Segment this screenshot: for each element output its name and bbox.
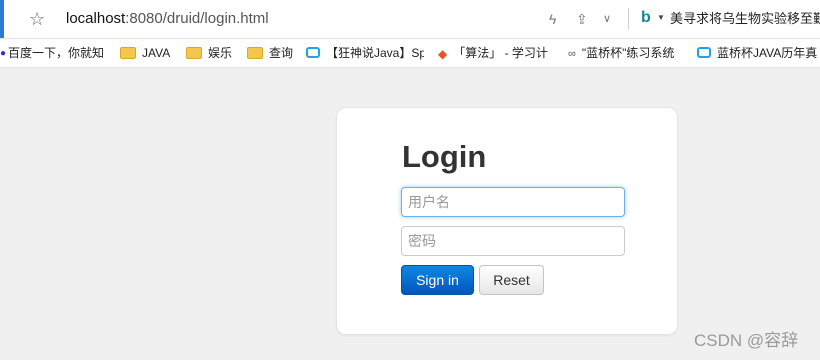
url-field[interactable]: localhost:8080/druid/login.html: [66, 10, 269, 28]
folder-icon: [247, 46, 263, 59]
bing-icon[interactable]: b: [641, 8, 651, 28]
username-input[interactable]: [401, 187, 625, 217]
bilibili-icon: [306, 47, 320, 59]
bookmark-baidu[interactable]: ● 百度一下，你就知: [0, 44, 108, 62]
bookmark-label: 蓝桥杯JAVA历年真: [717, 46, 818, 60]
bookmark-label: 娱乐: [208, 46, 233, 60]
toolbar-separator: [628, 8, 629, 30]
reset-button[interactable]: Reset: [479, 265, 544, 295]
window-edge: [0, 0, 4, 38]
sign-in-button[interactable]: Sign in: [401, 265, 474, 295]
folder-icon: [120, 46, 136, 59]
bookmark-lanqiao-practice[interactable]: ∞ "蓝桥杯"练习系统: [568, 44, 690, 62]
mooc-icon: ∞: [568, 47, 576, 60]
lightning-icon[interactable]: ϟ: [549, 9, 556, 29]
url-path: :8080/druid/login.html: [125, 10, 269, 27]
bookmark-entertainment[interactable]: 娱乐: [186, 44, 242, 62]
bookmark-query[interactable]: 查询: [247, 44, 299, 62]
page-title: Login: [402, 139, 487, 174]
paw-icon: ●: [0, 47, 7, 59]
bookmark-java[interactable]: JAVA: [120, 44, 180, 62]
folder-icon: [186, 46, 202, 59]
bookmark-label: 百度一下，你就知: [8, 46, 105, 60]
news-headline[interactable]: 美寻求将乌生物实验移至觐: [670, 10, 820, 28]
login-card: [336, 107, 678, 335]
bookmark-label: 【狂神说Java】Sp: [326, 46, 424, 60]
bookmark-label: 查询: [269, 46, 294, 60]
bookmark-label: "蓝桥杯"练习系统: [581, 46, 675, 60]
bookmarks-bar: ● 百度一下，你就知 JAVA 娱乐 查询 【狂神说Java】Sp ◆ 「算法」 -…: [0, 39, 820, 68]
bilibili-icon: [697, 47, 711, 59]
bookmark-label: 「算法」 - 学习计: [453, 46, 548, 60]
bookmark-label: JAVA: [142, 46, 171, 60]
password-input[interactable]: [401, 226, 625, 256]
url-host: localhost: [66, 10, 126, 27]
chevron-down-icon[interactable]: ∨: [603, 9, 611, 29]
star-icon[interactable]: ☆: [29, 8, 45, 30]
bookmark-lanqiao-history[interactable]: 蓝桥杯JAVA历年真: [697, 44, 820, 62]
caret-down-icon[interactable]: ▼: [657, 12, 665, 24]
bookmark-kuangshen[interactable]: 【狂神说Java】Sp: [306, 44, 424, 62]
watermark: CSDN @容辞: [694, 331, 799, 350]
bookmark-algorithm[interactable]: ◆ 「算法」 - 学习计: [438, 44, 556, 62]
flame-icon: ◆: [438, 46, 448, 61]
share-icon[interactable]: ⇪: [576, 9, 588, 29]
address-bar: ☆ localhost:8080/druid/login.html ϟ ⇪ ∨ …: [0, 0, 820, 39]
